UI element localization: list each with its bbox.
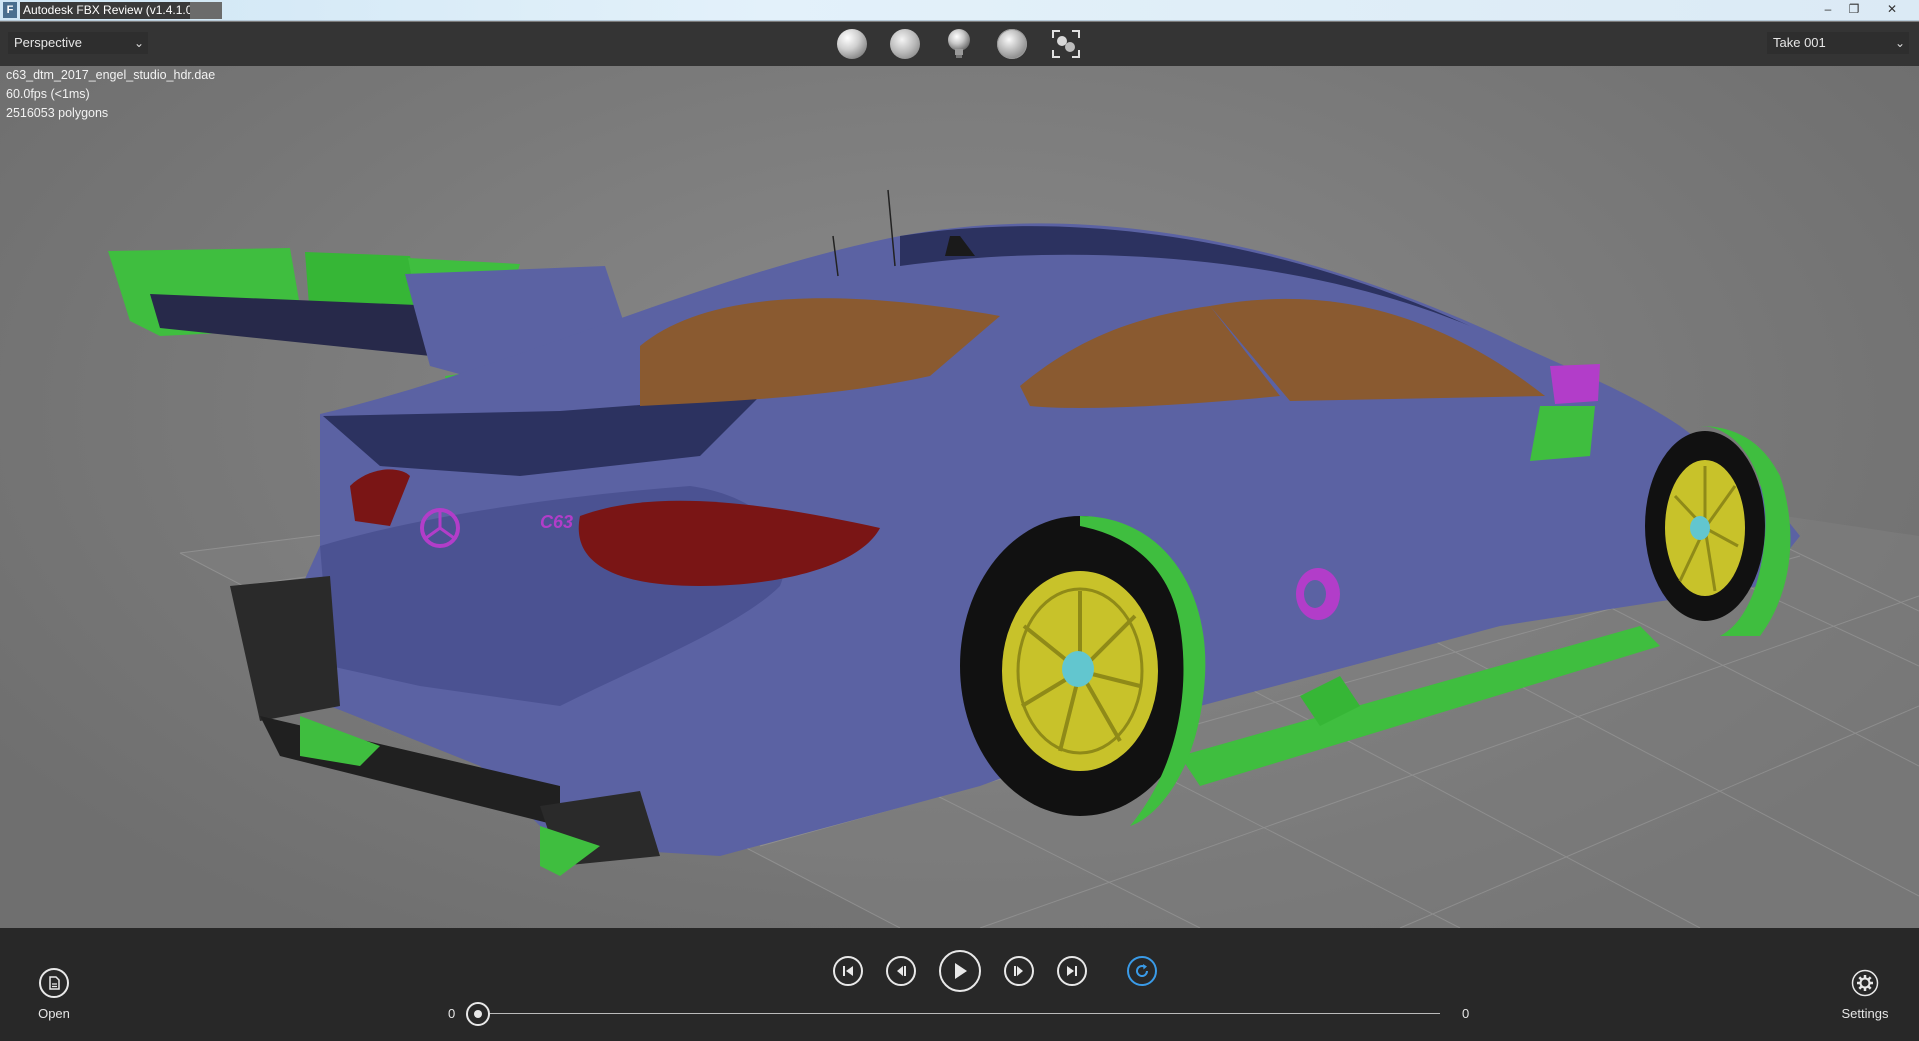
close-button[interactable]: ✕: [1880, 1, 1904, 17]
gear-icon: [1851, 969, 1879, 997]
go-to-end-icon: [1067, 966, 1077, 976]
frame-all-button[interactable]: [1049, 27, 1083, 61]
go-to-start-button[interactable]: [833, 956, 863, 986]
smooth-mode-button[interactable]: [888, 27, 922, 61]
title-bar-tab: [190, 2, 222, 19]
take-select[interactable]: Take 001 ⌄: [1767, 32, 1909, 54]
wireframe-mode-button[interactable]: [995, 27, 1029, 61]
file-name-label: c63_dtm_2017_engel_studio_hdr.dae: [6, 68, 216, 82]
window-title: Autodesk FBX Review (v1.4.1.0): [20, 2, 200, 19]
lighting-button[interactable]: [942, 27, 976, 61]
open-label: Open: [38, 1006, 70, 1021]
chevron-down-icon: ⌄: [133, 36, 144, 50]
frame-all-icon: [1052, 30, 1080, 58]
open-file-icon: [49, 976, 60, 990]
title-bar: F Autodesk FBX Review (v1.4.1.0) – ❐ ✕: [0, 0, 1919, 21]
range-start-label: 0: [448, 1006, 456, 1021]
scene-render: C63: [108, 189, 1919, 928]
top-toolbar: Perspective ⌄ Take 001 ⌄: [0, 22, 1919, 66]
range-end-label: 0: [1462, 1006, 1470, 1021]
take-select-value: Take 001: [1773, 35, 1826, 50]
wireframe-sphere-icon: [997, 29, 1027, 59]
go-to-end-button[interactable]: [1057, 956, 1087, 986]
chevron-down-icon: ⌄: [1894, 36, 1905, 50]
polygon-count-label: 2516053 polygons: [6, 106, 109, 120]
shaded-sphere-icon: [837, 29, 867, 59]
shaded-mode-button[interactable]: [835, 27, 869, 61]
restore-button[interactable]: ❐: [1842, 1, 1866, 17]
loop-icon: [1136, 964, 1149, 977]
settings-button[interactable]: [1850, 968, 1880, 998]
minimize-button[interactable]: –: [1816, 1, 1840, 17]
timeline-track[interactable]: [478, 1013, 1440, 1014]
play-icon: [955, 963, 967, 979]
smooth-sphere-icon: [890, 29, 920, 59]
camera-select[interactable]: Perspective ⌄: [8, 32, 148, 54]
previous-frame-button[interactable]: [886, 956, 916, 986]
timeline-thumb[interactable]: [466, 1002, 490, 1026]
open-button[interactable]: [39, 968, 69, 998]
previous-frame-icon: [897, 966, 906, 976]
side-mirror: [1550, 364, 1600, 404]
fps-label: 60.0fps (<1ms): [6, 87, 90, 101]
play-button[interactable]: [939, 950, 981, 992]
loop-button[interactable]: [1127, 956, 1157, 986]
3d-viewport[interactable]: C63 c63_dtm_2017_engel_studio_hdr.dae 60…: [0, 66, 1919, 928]
settings-label: Settings: [1841, 1006, 1889, 1021]
svg-text:C63: C63: [540, 512, 573, 532]
next-frame-button[interactable]: [1004, 956, 1034, 986]
app-icon: F: [3, 2, 17, 18]
next-frame-icon: [1014, 966, 1023, 976]
fbx-review-window: F Autodesk FBX Review (v1.4.1.0) – ❐ ✕ P…: [0, 0, 1919, 1041]
light-bulb-icon: [948, 29, 970, 58]
camera-select-value: Perspective: [14, 35, 82, 50]
go-to-start-icon: [843, 966, 853, 976]
